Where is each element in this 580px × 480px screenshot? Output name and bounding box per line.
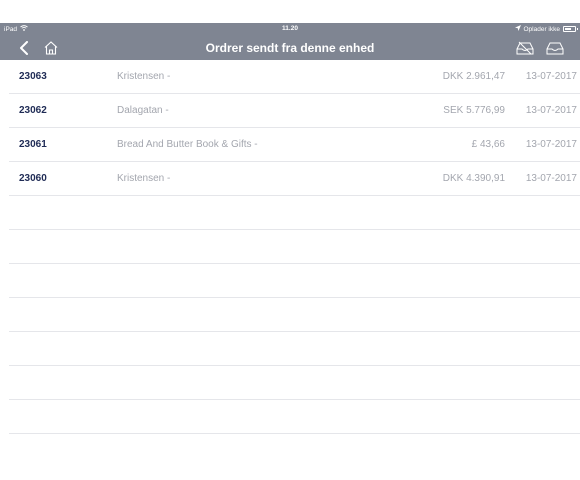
location-arrow-icon — [514, 25, 521, 33]
screen: iPad 11.20 Oplader ikke Ordrer sendt fra… — [0, 0, 580, 480]
empty-row — [9, 298, 580, 332]
status-right: Oplader ikke — [514, 25, 578, 33]
order-date: 13-07-2017 — [525, 71, 577, 82]
status-time: 11.20 — [282, 25, 298, 32]
order-row-23063[interactable]: 23063 Kristensen - DKK 2.961,47 13-07-20… — [9, 60, 580, 94]
order-customer: Kristensen - — [117, 173, 171, 184]
order-amount: SEK 5.776,99 — [443, 105, 505, 116]
order-row-23060[interactable]: 23060 Kristensen - DKK 4.390,91 13-07-20… — [9, 162, 580, 196]
inbox-button[interactable] — [545, 38, 565, 58]
inbox-icon — [546, 42, 564, 55]
order-amount: DKK 2.961,47 — [442, 71, 505, 82]
order-amount: £ 43,66 — [471, 139, 505, 150]
empty-row — [9, 196, 580, 230]
empty-row — [9, 230, 580, 264]
empty-row — [9, 264, 580, 298]
order-row-23062[interactable]: 23062 Dalagatan - SEK 5.776,99 13-07-201… — [9, 94, 580, 128]
top-margin — [0, 0, 580, 23]
inbox-crossed-icon — [516, 41, 534, 55]
order-number: 23061 — [19, 139, 47, 150]
order-number: 23063 — [19, 71, 47, 82]
order-number: 23062 — [19, 105, 47, 116]
chevron-left-icon — [20, 41, 28, 55]
orders-list: 23063 Kristensen - DKK 2.961,47 13-07-20… — [0, 60, 580, 434]
order-customer: Bread And Butter Book & Gifts - — [117, 139, 258, 150]
navigation-bar: Ordrer sendt fra denne enhed — [0, 35, 580, 60]
order-customer: Dalagatan - — [117, 105, 169, 116]
order-date: 13-07-2017 — [525, 173, 577, 184]
page-title: Ordrer sendt fra denne enhed — [205, 41, 375, 55]
order-number: 23060 — [19, 173, 47, 184]
order-row-23061[interactable]: 23061 Bread And Butter Book & Gifts - £ … — [9, 128, 580, 162]
empty-row — [9, 400, 580, 434]
battery-icon — [563, 26, 578, 32]
order-date: 13-07-2017 — [525, 139, 577, 150]
empty-row — [9, 366, 580, 400]
charging-status: Oplader ikke — [523, 25, 561, 33]
back-button[interactable] — [14, 38, 34, 58]
order-date: 13-07-2017 — [525, 105, 577, 116]
inbox-alt-button[interactable] — [515, 38, 535, 58]
home-button[interactable] — [41, 38, 61, 58]
home-icon — [44, 41, 58, 55]
empty-row — [9, 332, 580, 366]
order-amount: DKK 4.390,91 — [442, 173, 505, 184]
status-bar: iPad 11.20 Oplader ikke — [0, 23, 580, 35]
order-customer: Kristensen - — [117, 71, 171, 82]
